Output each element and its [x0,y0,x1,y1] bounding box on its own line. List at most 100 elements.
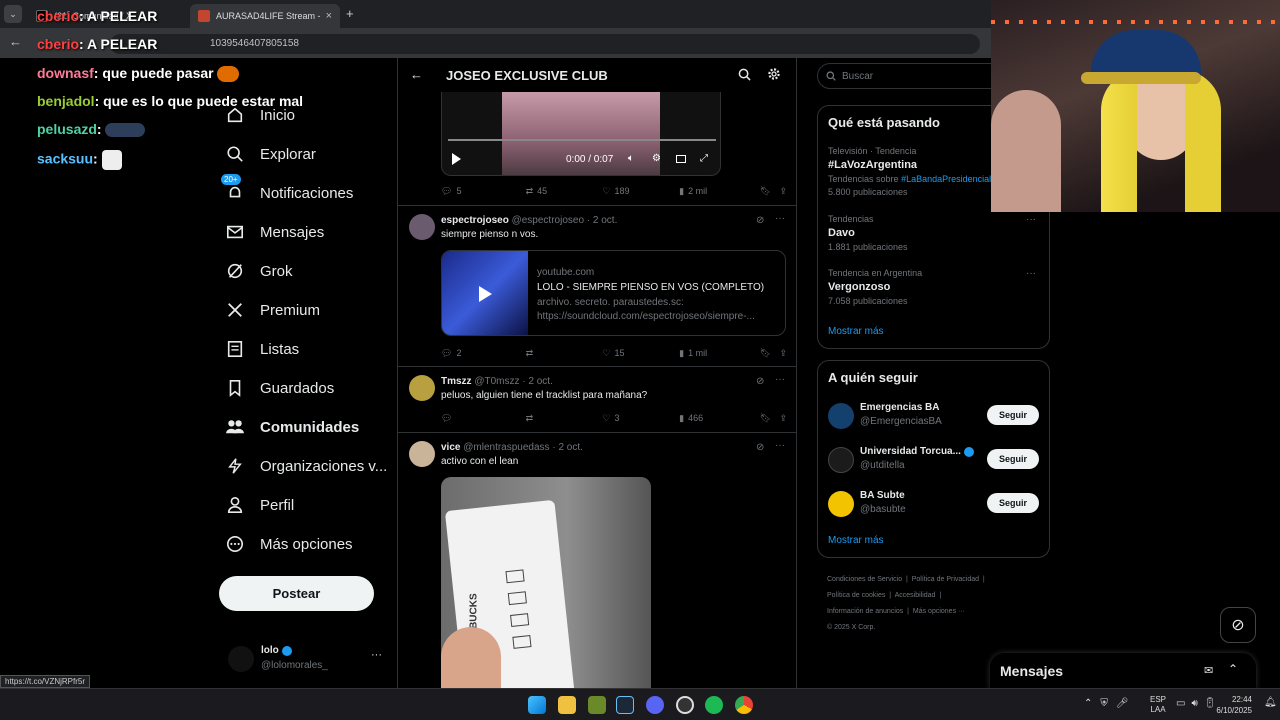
chat-line: cberio: A PELEAR [37,36,157,52]
retweet-button[interactable]: ⇄ 45 [526,184,603,198]
like-button[interactable]: ♡ 15 [602,346,679,360]
nav-item-grok[interactable]: Grok [224,254,293,288]
like-button[interactable]: ♡ 3 [602,411,679,425]
spotify-icon[interactable] [705,696,723,714]
app-icon[interactable] [588,696,606,714]
like-button[interactable]: ♡ 189 [602,184,679,198]
bookmark-icon[interactable]: 🔖︎ [760,411,780,425]
bookmark-icon[interactable]: 🔖︎ [760,346,780,360]
follow-title: A quién seguir [828,370,918,385]
views-button[interactable]: ▮ 466 [679,411,760,425]
language-indicator[interactable]: ESP LAA [1150,695,1166,715]
grok-icon[interactable]: ⊘ [756,215,764,226]
expand-icon[interactable]: ⌃ [1228,662,1238,676]
trend-item[interactable]: Tendencias Davo 1.881 publicaciones [828,214,1040,252]
tweet[interactable]: espectrojoseo @espectrojoseo · 2 oct. ⊘ … [398,206,796,367]
tweet[interactable]: Tmszz @T0mszz · 2 oct. ⊘ ··· peluos, alg… [398,367,796,433]
tray-icons[interactable]: ⌃⛨🎤︎ [1084,698,1137,709]
list-icon [224,338,246,360]
reply-button[interactable]: 💬︎ 2 [441,346,526,360]
tweet-date[interactable]: · 2 oct. [587,215,618,226]
bookmark-icon[interactable]: 🔖︎ [760,184,780,198]
nav-item-label: Grok [260,262,293,280]
retweet-button[interactable]: ⇄ [526,346,603,360]
mail-icon [224,221,246,243]
footer-link[interactable]: Condiciones de Servicio [827,576,902,583]
nav-item-label: Comunidades [260,418,360,436]
account-switcher[interactable]: lolo @lolomorales_ ··· [228,644,388,676]
link-card[interactable]: youtube.com LOLO - SIEMPRE PIENSO EN VOS… [441,250,786,336]
account-more-icon[interactable]: ··· [371,649,382,661]
heart-icon: ♡ [602,185,611,196]
file-explorer-icon[interactable] [558,696,576,714]
footer-link[interactable]: Accesibilidad [895,592,936,599]
new-message-icon[interactable]: ✉ [1204,664,1213,677]
nav-item-label: Listas [260,340,300,358]
more-icon[interactable]: ··· [775,213,785,224]
nav-item-label: Notificaciones [260,184,354,202]
footer-link[interactable]: Más opciones ··· [913,608,965,615]
who-to-follow-panel: A quién seguir Emergencias BA @Emergenci… [817,360,1050,558]
trend-item[interactable]: Tendencia en Argentina Vergonzoso 7.058 … [828,268,1040,306]
follow-item[interactable]: BA Subte @basubte Seguir [818,487,1049,523]
nav-item-mensajes[interactable]: Mensajes [224,215,324,249]
chrome-icon[interactable] [735,696,753,714]
author-name[interactable]: espectrojoseo [441,215,509,226]
nav-item-guardados[interactable]: Guardados [224,371,334,405]
notification-bell-icon[interactable]: 🔔︎ [1264,697,1277,708]
steam-icon[interactable] [616,696,634,714]
obs-icon[interactable] [676,696,694,714]
more-icon[interactable]: ··· [1026,268,1036,279]
nav-item-listas[interactable]: Listas [224,332,299,366]
author-name[interactable]: Tmszz [441,376,472,387]
share-icon[interactable]: ⇪ [779,411,787,425]
nav-item-comunidades[interactable]: Comunidades [224,410,359,444]
chat-message: : que puede pasar [93,65,214,81]
footer-link[interactable]: Política de cookies [827,592,885,599]
grok-icon[interactable]: ⊘ [756,376,764,387]
views-button[interactable]: ▮ 1 mil [679,346,760,360]
tweet-date[interactable]: · 2 oct. [552,442,583,453]
nav-item-más-opciones[interactable]: Más opciones [224,527,353,561]
nav-item-label: Organizaciones v... [260,457,388,475]
follow-button[interactable]: Seguir [987,493,1039,513]
tweet-photo[interactable]: STARBUCKS [441,477,651,688]
share-icon[interactable]: ⇪ [779,346,787,360]
show-more-link[interactable]: Mostrar más [828,326,884,337]
avatar [409,441,435,467]
tweet[interactable]: vice @mlentraspuedass · 2 oct. ⊘ ··· act… [398,433,796,688]
nav-item-notificaciones[interactable]: 20+ Notificaciones [221,174,354,210]
author-name[interactable]: vice [441,442,460,453]
trend-extra-tag[interactable]: #LaBandaPresidencial [901,174,991,184]
nav-item-organizaciones-v[interactable]: Organizaciones v... [224,449,387,483]
reply-count: 2 [456,348,462,358]
share-icon[interactable]: ⇪ [779,184,787,198]
discord-icon[interactable] [646,696,664,714]
retweet-button[interactable]: ⇄ [526,411,603,425]
views-button[interactable]: ▮ 2 mil [679,184,760,198]
reply-button[interactable]: 💬︎ [441,411,526,425]
follow-item[interactable]: Emergencias BA @EmergenciasBA Seguir [818,399,1049,435]
more-icon[interactable]: ··· [775,440,785,451]
footer-link[interactable]: Política de Privacidad [912,576,979,583]
grok-floating-button[interactable]: ⊘ [1220,607,1256,643]
messages-drawer[interactable]: Mensajes ✉ ⌃ [990,653,1256,689]
post-button[interactable]: Postear [219,576,374,611]
reply-button[interactable]: 💬︎ 5 [441,184,526,198]
clock[interactable]: 22:44 6/10/2025 [1210,694,1252,716]
footer-link[interactable]: Información de anuncios [827,608,903,615]
grok-icon[interactable]: ⊘ [756,442,764,453]
more-icon[interactable]: ··· [775,374,785,385]
show-more-link[interactable]: Mostrar más [828,535,884,546]
follow-item[interactable]: Universidad Torcua... @utditella Seguir [818,443,1049,479]
nav-item-premium[interactable]: Premium [224,293,320,327]
nav-item-perfil[interactable]: Perfil [224,488,294,522]
start-icon[interactable] [528,696,546,714]
follow-button[interactable]: Seguir [987,405,1039,425]
follow-button[interactable]: Seguir [987,449,1039,469]
tweet-date[interactable]: · 2 oct. [522,376,553,387]
search-box[interactable]: Buscar [817,63,1017,89]
tweet[interactable]: 💬︎ 5 ⇄ 45 ♡ 189 ▮ 2 mil 🔖︎ ⇪ [398,58,796,206]
clock-time: 22:44 [1231,695,1252,704]
more-icon[interactable]: ··· [1026,214,1036,225]
